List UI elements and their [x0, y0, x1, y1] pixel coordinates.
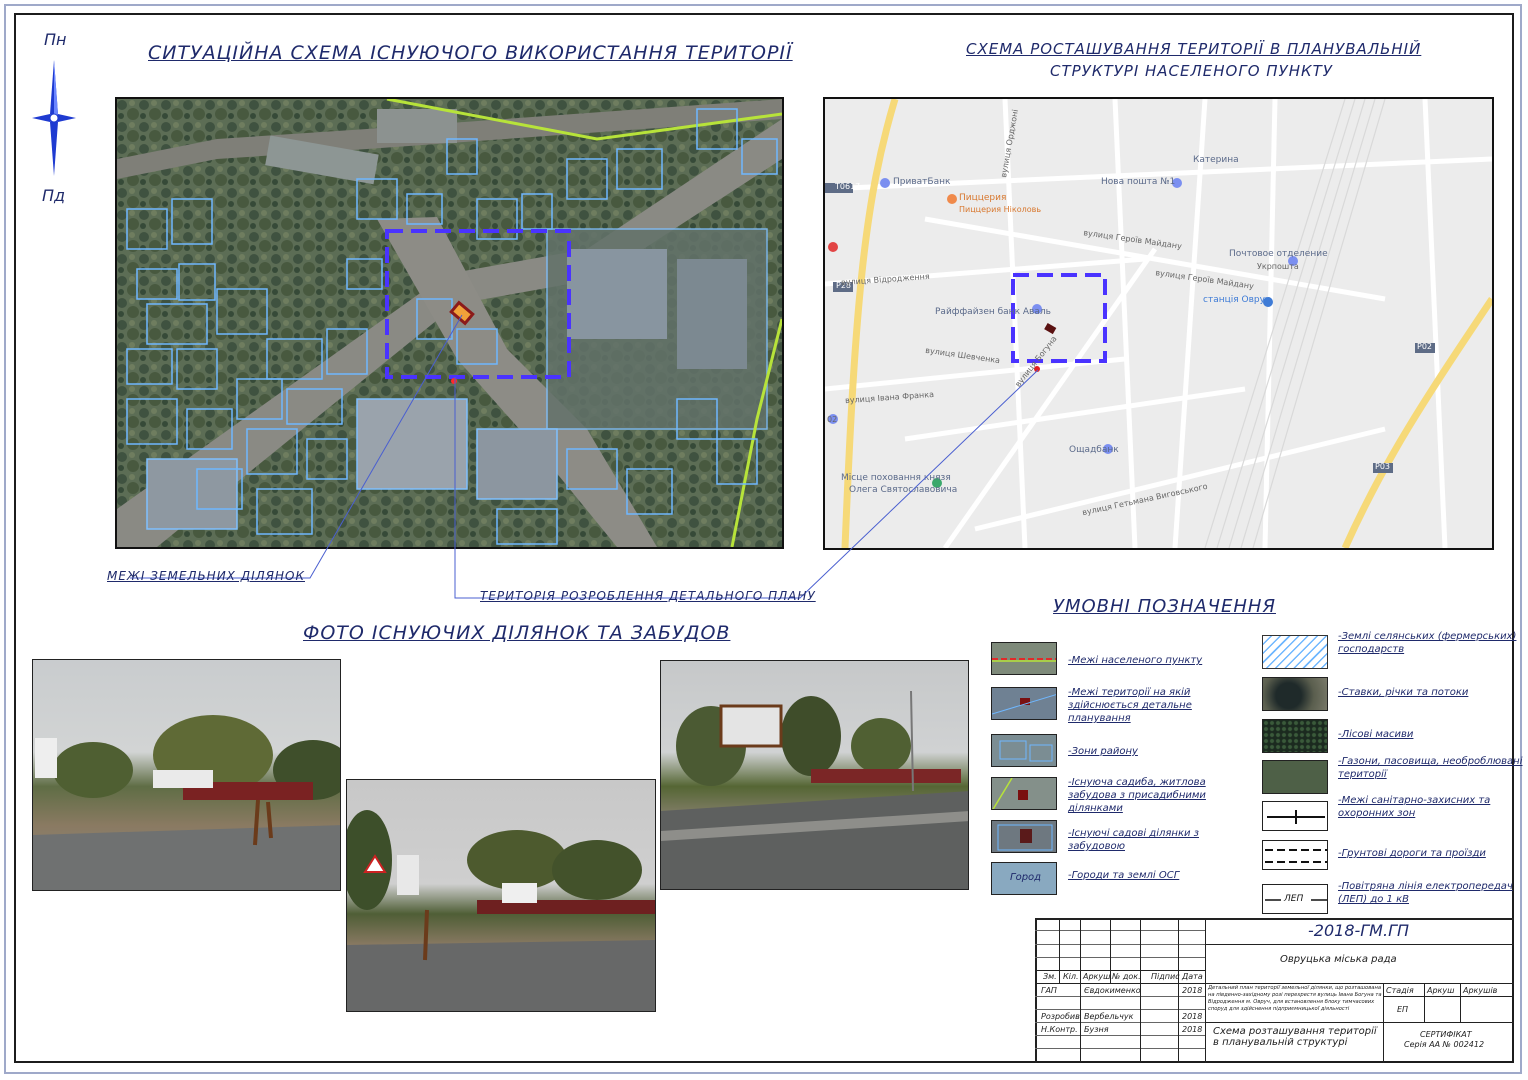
legend-swatch-vegetable-gardens-text: Город: [1010, 872, 1042, 883]
date-gap: 2018: [1182, 986, 1203, 995]
legend-swatch-water: [1262, 677, 1328, 711]
role-developer: Розробив: [1041, 1012, 1080, 1021]
date-norm-control: 2018: [1182, 1025, 1203, 1034]
photo-site-2: [346, 779, 656, 1012]
header-data: Дата: [1182, 972, 1203, 981]
photo-site-3-scene: [661, 690, 968, 889]
legend-label-dirt-roads: -Грунтові дороги та проїзди: [1338, 848, 1486, 859]
legend-label-farm-lands: -Землі селянських (фермерських) господар…: [1338, 631, 1517, 655]
certificate-label: СЕРТИФІКАТ: [1420, 1030, 1472, 1039]
legend-label-power-line: -Повітряна лінія електропередач (ЛЕП) до…: [1338, 881, 1513, 905]
header-zm: Зм.: [1043, 972, 1057, 981]
legend-label-vegetable-gardens: -Городи та землі ОСГ: [1068, 870, 1180, 881]
legend-title: УМОВНІ ПОЗНАЧЕННЯ: [1053, 596, 1276, 617]
legend-swatch-detail-territory: [991, 687, 1057, 720]
legend-swatch-district-zones: [991, 734, 1057, 767]
legend-label-garden-plots: -Існуючі садові ділянки з забудовою: [1068, 828, 1199, 852]
role-gap: ГАП: [1041, 986, 1057, 995]
name-developer: Вербельчук: [1084, 1012, 1134, 1021]
header-pidpys: Підпис: [1151, 972, 1180, 981]
photos-title: ФОТО ІСНУЮЧИХ ДІЛЯНОК ТА ЗАБУДОВ: [303, 622, 731, 644]
legend-label-water: -Ставки, річки та потоки: [1338, 687, 1469, 698]
sheets-header: Аркушів: [1463, 986, 1498, 995]
legend-swatch-power-line: ЛЕП: [1262, 884, 1328, 914]
project-description: Детальний план території земельної ділян…: [1208, 985, 1382, 1012]
legend-swatch-forest: [1262, 719, 1328, 753]
legend-label-sanitary-zones: -Межі санітарно-захисних та охоронних зо…: [1338, 795, 1491, 819]
photo-site-1-scene: [33, 715, 340, 890]
certificate-number: Серія АА № 002412: [1404, 1040, 1485, 1049]
drawing-title: Схема розташування території в плануваль…: [1213, 1026, 1377, 1048]
stage-header: Стадія: [1386, 986, 1414, 995]
sheet-header: Аркуш: [1427, 986, 1455, 995]
legend-swatch-dirt-roads: [1262, 840, 1328, 870]
header-arkush: Аркуш: [1083, 972, 1111, 981]
drawing-code: -2018-ГМ.ГП: [1308, 921, 1410, 940]
legend-label-settlement-boundary: -Межі населеного пункту: [1068, 655, 1203, 666]
legend-swatch-power-line-text: ЛЕП: [1284, 894, 1304, 904]
callout-detail-territory: ТЕРИТОРІЯ РОЗРОБЛЕННЯ ДЕТАЛЬНОГО ПЛАНУ: [480, 589, 816, 603]
name-norm-control: Бузня: [1084, 1025, 1109, 1034]
name-gap: Євдокименко: [1084, 986, 1141, 995]
stage-value: ЕП: [1397, 1005, 1409, 1014]
photo-site-3: [660, 660, 969, 890]
legend-swatch-sanitary-zones: [1262, 801, 1328, 831]
legend-swatch-farm-lands: [1262, 635, 1328, 669]
callout-plot-boundaries: МЕЖІ ЗЕМЕЛЬНИХ ДІЛЯНОК: [107, 569, 305, 583]
photo-site-1: [32, 659, 341, 891]
legend-label-forest: -Лісові масиви: [1338, 729, 1414, 740]
legend-swatch-garden-plots: [991, 820, 1057, 853]
legend-label-district-zones: -Зони району: [1068, 746, 1138, 757]
date-developer: 2018: [1182, 1012, 1203, 1021]
legend-label-lawns: -Газони, пасовища, необроблювані територ…: [1338, 756, 1523, 780]
legend-swatch-vegetable-gardens: Город: [991, 862, 1057, 895]
legend-swatch-residential: [991, 777, 1057, 810]
legend-label-detail-territory: -Межі території на якій здійснюється дет…: [1068, 687, 1192, 724]
header-ndok: № док.: [1112, 972, 1141, 981]
legend-label-residential: -Існуюча садиба, житлова забудова з прис…: [1068, 777, 1206, 814]
organization: Овруцька міська рада: [1280, 954, 1397, 965]
legend-swatch-settlement-boundary: [991, 642, 1057, 675]
role-norm-control: Н.Контр.: [1041, 1025, 1078, 1034]
header-kil: Кіл.: [1063, 972, 1079, 981]
photo-site-2-scene: [347, 810, 655, 1011]
legend-swatch-lawns: [1262, 760, 1328, 794]
